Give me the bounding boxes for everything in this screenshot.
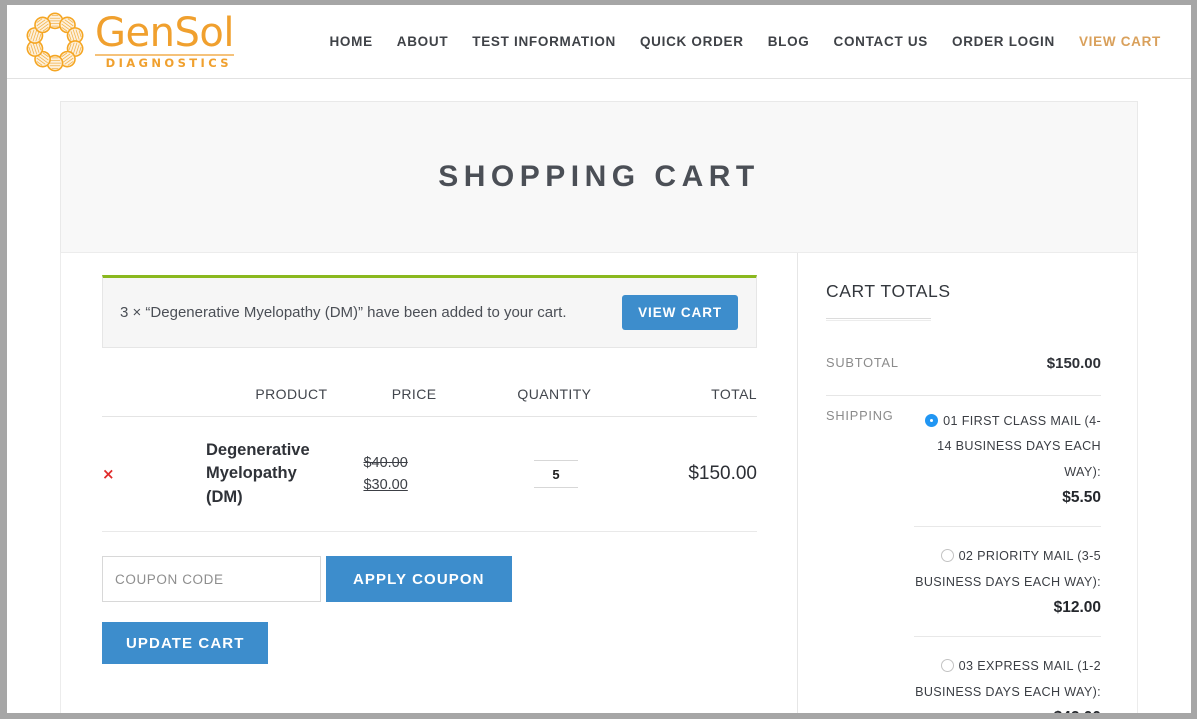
nav-item-blog[interactable]: BLOG [756, 28, 822, 55]
price-sale: $30.00 [363, 477, 454, 493]
column-header-remove [102, 386, 146, 417]
cart-totals-body: SUBTOTAL $150.00 SHIPPING 01 FIRST CLASS… [826, 343, 1101, 713]
cart-totals-panel: CART TOTALS SUBTOTAL $150.00 SHIPPING [797, 253, 1137, 713]
coupon-row: APPLY COUPON [102, 556, 757, 602]
nav-item-quick-order[interactable]: QUICK ORDER [628, 28, 756, 55]
cell-quantity [454, 417, 657, 532]
shipping-option-label: 01 FIRST CLASS MAIL (4-14 BUSINESS DAYS … [937, 414, 1101, 479]
cart-totals-title: CART TOTALS [826, 281, 1101, 302]
cart-added-notice: 3 × “Degenerative Myelopathy (DM)” have … [102, 275, 757, 348]
shipping-radio-first-class[interactable] [925, 414, 938, 427]
shipping-options-list: 01 FIRST CLASS MAIL (4-14 BUSINESS DAYS … [914, 408, 1101, 713]
cart-totals-divider [826, 318, 931, 321]
shipping-option-amount: $5.50 [914, 486, 1101, 510]
update-cart-button[interactable]: UPDATE CART [102, 622, 268, 664]
cart-table-body: × Degenerative Myelopathy (DM) $40.00 $3… [102, 417, 757, 532]
notice-message: 3 × “Degenerative Myelopathy (DM)” have … [120, 304, 566, 321]
cell-line-total: $150.00 [657, 417, 757, 532]
logo-text: GenSol DIAGNOSTICS [95, 13, 234, 70]
nav-item-home[interactable]: HOME [317, 28, 384, 55]
cell-remove: × [102, 417, 146, 532]
shipping-label: SHIPPING [826, 396, 914, 714]
column-header-product: PRODUCT [146, 386, 363, 417]
logo-tagline: DIAGNOSTICS [95, 54, 234, 70]
cart-column: 3 × “Degenerative Myelopathy (DM)” have … [61, 253, 797, 713]
cart-totals-table: SUBTOTAL $150.00 SHIPPING 01 FIRST CLASS… [826, 343, 1101, 713]
apply-coupon-button[interactable]: APPLY COUPON [326, 556, 512, 602]
logo-brand-name: GenSol [95, 13, 234, 53]
notice-view-cart-button[interactable]: VIEW CART [622, 295, 738, 330]
list-item[interactable]: 02 PRIORITY MAIL (3-5 BUSINESS DAYS EACH… [914, 543, 1101, 637]
dna-ring-icon [17, 9, 93, 75]
quantity-input[interactable] [534, 460, 578, 488]
cell-price: $40.00 $30.00 [363, 417, 454, 532]
price-original: $40.00 [363, 455, 454, 471]
column-header-price: PRICE [363, 386, 454, 417]
site-header: GenSol DIAGNOSTICS HOME ABOUT TEST INFOR… [7, 5, 1191, 79]
nav-item-test-information[interactable]: TEST INFORMATION [460, 28, 628, 55]
cart-header-row: PRODUCT PRICE QUANTITY TOTAL [102, 386, 757, 417]
nav-item-about[interactable]: ABOUT [385, 28, 461, 55]
table-row: × Degenerative Myelopathy (DM) $40.00 $3… [102, 417, 757, 532]
cell-product: Degenerative Myelopathy (DM) [146, 417, 363, 532]
shipping-option-amount: $42.00 [914, 706, 1101, 713]
product-name-link[interactable]: Degenerative Myelopathy (DM) [146, 439, 296, 509]
page-title: SHOPPING CART [438, 160, 760, 194]
site-logo[interactable]: GenSol DIAGNOSTICS [17, 9, 234, 75]
subtotal-value-cell: $150.00 [914, 343, 1101, 396]
subtotal-value: $150.00 [1047, 355, 1101, 372]
browser-page: GenSol DIAGNOSTICS HOME ABOUT TEST INFOR… [0, 0, 1197, 719]
column-header-quantity: QUANTITY [454, 386, 657, 417]
nav-item-view-cart[interactable]: VIEW CART [1067, 28, 1173, 55]
cart-content-frame: 3 × “Degenerative Myelopathy (DM)” have … [60, 253, 1138, 713]
subtotal-row: SUBTOTAL $150.00 [826, 343, 1101, 396]
page-title-banner: SHOPPING CART [60, 101, 1138, 253]
remove-item-icon[interactable]: × [102, 465, 115, 483]
nav-item-order-login[interactable]: ORDER LOGIN [940, 28, 1067, 55]
coupon-code-input[interactable] [102, 556, 321, 602]
column-header-total: TOTAL [657, 386, 757, 417]
shipping-options-cell: 01 FIRST CLASS MAIL (4-14 BUSINESS DAYS … [914, 396, 1101, 714]
list-item[interactable]: 01 FIRST CLASS MAIL (4-14 BUSINESS DAYS … [914, 408, 1101, 527]
shipping-row: SHIPPING 01 FIRST CLASS MAIL (4-14 BUSIN… [826, 396, 1101, 714]
list-item[interactable]: 03 EXPRESS MAIL (1-2 BUSINESS DAYS EACH … [914, 653, 1101, 713]
shipping-radio-express-mail[interactable] [941, 659, 954, 672]
shipping-radio-priority-mail[interactable] [941, 549, 954, 562]
shipping-option-amount: $12.00 [914, 596, 1101, 620]
cart-table: PRODUCT PRICE QUANTITY TOTAL × Degenerat… [102, 386, 757, 532]
nav-item-contact-us[interactable]: CONTACT US [822, 28, 941, 55]
page-content: GenSol DIAGNOSTICS HOME ABOUT TEST INFOR… [7, 5, 1191, 713]
main-navigation: HOME ABOUT TEST INFORMATION QUICK ORDER … [317, 28, 1173, 55]
cart-table-head: PRODUCT PRICE QUANTITY TOTAL [102, 386, 757, 417]
subtotal-label: SUBTOTAL [826, 343, 914, 396]
